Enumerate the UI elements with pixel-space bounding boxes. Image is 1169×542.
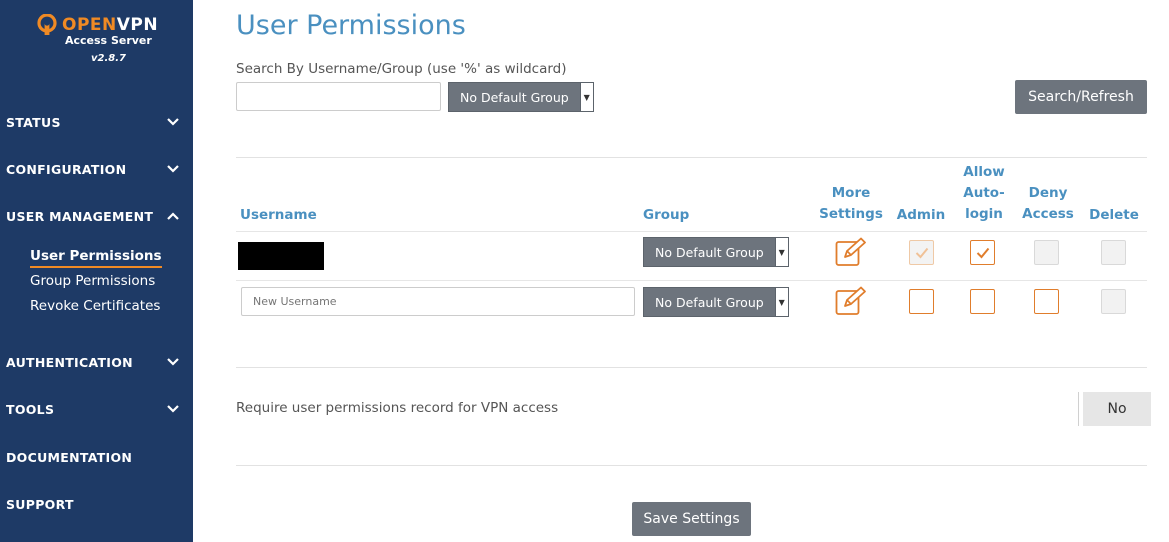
nav-user-management[interactable]: USER MANAGEMENT [6, 204, 184, 228]
chevron-up-icon [167, 212, 179, 220]
row1-admin-checkbox[interactable] [909, 240, 934, 265]
brand-name: OPENVPN [62, 15, 158, 35]
row1-deny-checkbox[interactable] [1034, 240, 1059, 265]
main-content: User Permissions Search By Username/Grou… [236, 0, 1151, 542]
col-header-admin: Admin [896, 207, 946, 223]
col-header-allow-autologin: Allow Auto- login [952, 162, 1016, 225]
col-header-more-settings: More Settings [816, 183, 886, 225]
col-header-username: Username [240, 207, 317, 223]
col-header-allow-autologin-line3: login [965, 206, 1003, 222]
col-header-deny-access-line1: Deny [1028, 185, 1068, 201]
search-group-select[interactable]: No Default Group ▼ [448, 82, 594, 112]
nav-status-label: STATUS [6, 114, 61, 130]
row2-group-select-label: No Default Group [655, 294, 764, 310]
subnav-group-permissions[interactable]: Group Permissions [30, 269, 162, 294]
nav-status[interactable]: STATUS [6, 110, 184, 134]
search-input[interactable] [236, 82, 441, 111]
nav-support[interactable]: SUPPORT [6, 492, 184, 516]
nav-documentation[interactable]: DOCUMENTATION [6, 445, 184, 469]
page-title: User Permissions [236, 10, 466, 41]
nav-tools-label: TOOLS [6, 401, 55, 417]
row-divider [236, 280, 1147, 281]
search-label: Search By Username/Group (use '%' as wil… [236, 61, 567, 77]
edit-icon[interactable] [835, 286, 867, 316]
row-divider [236, 231, 1147, 232]
divider [236, 465, 1147, 466]
new-username-input[interactable] [241, 287, 635, 316]
divider [236, 367, 1147, 368]
nav-user-management-label: USER MANAGEMENT [6, 208, 154, 224]
caret-down-icon: ▼ [579, 83, 593, 111]
col-header-more-settings-line1: More [831, 185, 871, 201]
edit-icon[interactable] [835, 237, 867, 267]
row2-autologin-checkbox[interactable] [970, 289, 995, 314]
chevron-down-icon [167, 405, 179, 413]
nav-configuration[interactable]: CONFIGURATION [6, 157, 184, 181]
check-icon [976, 247, 989, 258]
search-group-select-label: No Default Group [460, 89, 569, 105]
nav-tools[interactable]: TOOLS [6, 397, 184, 421]
subnav-user-permissions-label: User Permissions [30, 247, 162, 268]
sidebar: OPENVPN Access Server v2.8.7 STATUS CONF… [0, 0, 193, 542]
brand-logo: OPENVPN [36, 14, 166, 36]
col-header-deny-access: Deny Access [1016, 183, 1080, 225]
nav-authentication-label: AUTHENTICATION [6, 354, 133, 370]
openvpn-logo-icon [37, 14, 57, 35]
subnav-user-permissions[interactable]: User Permissions [30, 244, 162, 269]
require-permissions-toggle[interactable]: No [1079, 392, 1151, 426]
save-settings-button[interactable]: Save Settings [632, 502, 751, 536]
chevron-down-icon [167, 118, 179, 126]
col-header-allow-autologin-line2: Auto- [963, 185, 1005, 201]
col-header-group: Group [643, 207, 690, 223]
brand-name-open: OPEN [62, 15, 117, 35]
col-header-allow-autologin-line1: Allow [963, 164, 1005, 180]
row2-deny-checkbox[interactable] [1034, 289, 1059, 314]
nav-authentication[interactable]: AUTHENTICATION [6, 350, 184, 374]
row1-group-select-label: No Default Group [655, 244, 764, 260]
nav-documentation-label: DOCUMENTATION [6, 449, 133, 465]
row1-autologin-checkbox[interactable] [970, 240, 995, 265]
row2-admin-checkbox[interactable] [909, 289, 934, 314]
brand: OPENVPN Access Server v2.8.7 [36, 14, 166, 64]
chevron-down-icon [167, 165, 179, 173]
user-management-subnav: User Permissions Group Permissions Revok… [30, 244, 162, 319]
check-icon [915, 247, 928, 258]
subnav-revoke-certificates[interactable]: Revoke Certificates [30, 294, 162, 319]
caret-down-icon: ▼ [774, 238, 788, 266]
app-root: OPENVPN Access Server v2.8.7 STATUS CONF… [0, 0, 1169, 542]
brand-name-vpn: VPN [116, 15, 159, 35]
require-permissions-label: Require user permissions record for VPN … [236, 400, 559, 416]
divider [236, 157, 1147, 158]
caret-down-icon: ▼ [774, 288, 788, 316]
row2-group-select[interactable]: No Default Group ▼ [643, 287, 789, 317]
search-refresh-button[interactable]: Search/Refresh [1015, 80, 1147, 114]
nav-support-label: SUPPORT [6, 496, 74, 512]
col-header-delete: Delete [1089, 207, 1139, 223]
row1-delete-checkbox[interactable] [1101, 240, 1126, 265]
chevron-down-icon [167, 358, 179, 366]
brand-subtitle: Access Server [65, 34, 152, 47]
row2-delete-checkbox[interactable] [1101, 289, 1126, 314]
row1-group-select[interactable]: No Default Group ▼ [643, 237, 789, 267]
nav-configuration-label: CONFIGURATION [6, 161, 127, 177]
redacted-username [238, 242, 324, 270]
col-header-deny-access-line2: Access [1022, 206, 1074, 222]
col-header-more-settings-line2: Settings [819, 206, 883, 222]
brand-version: v2.8.7 [91, 53, 126, 64]
